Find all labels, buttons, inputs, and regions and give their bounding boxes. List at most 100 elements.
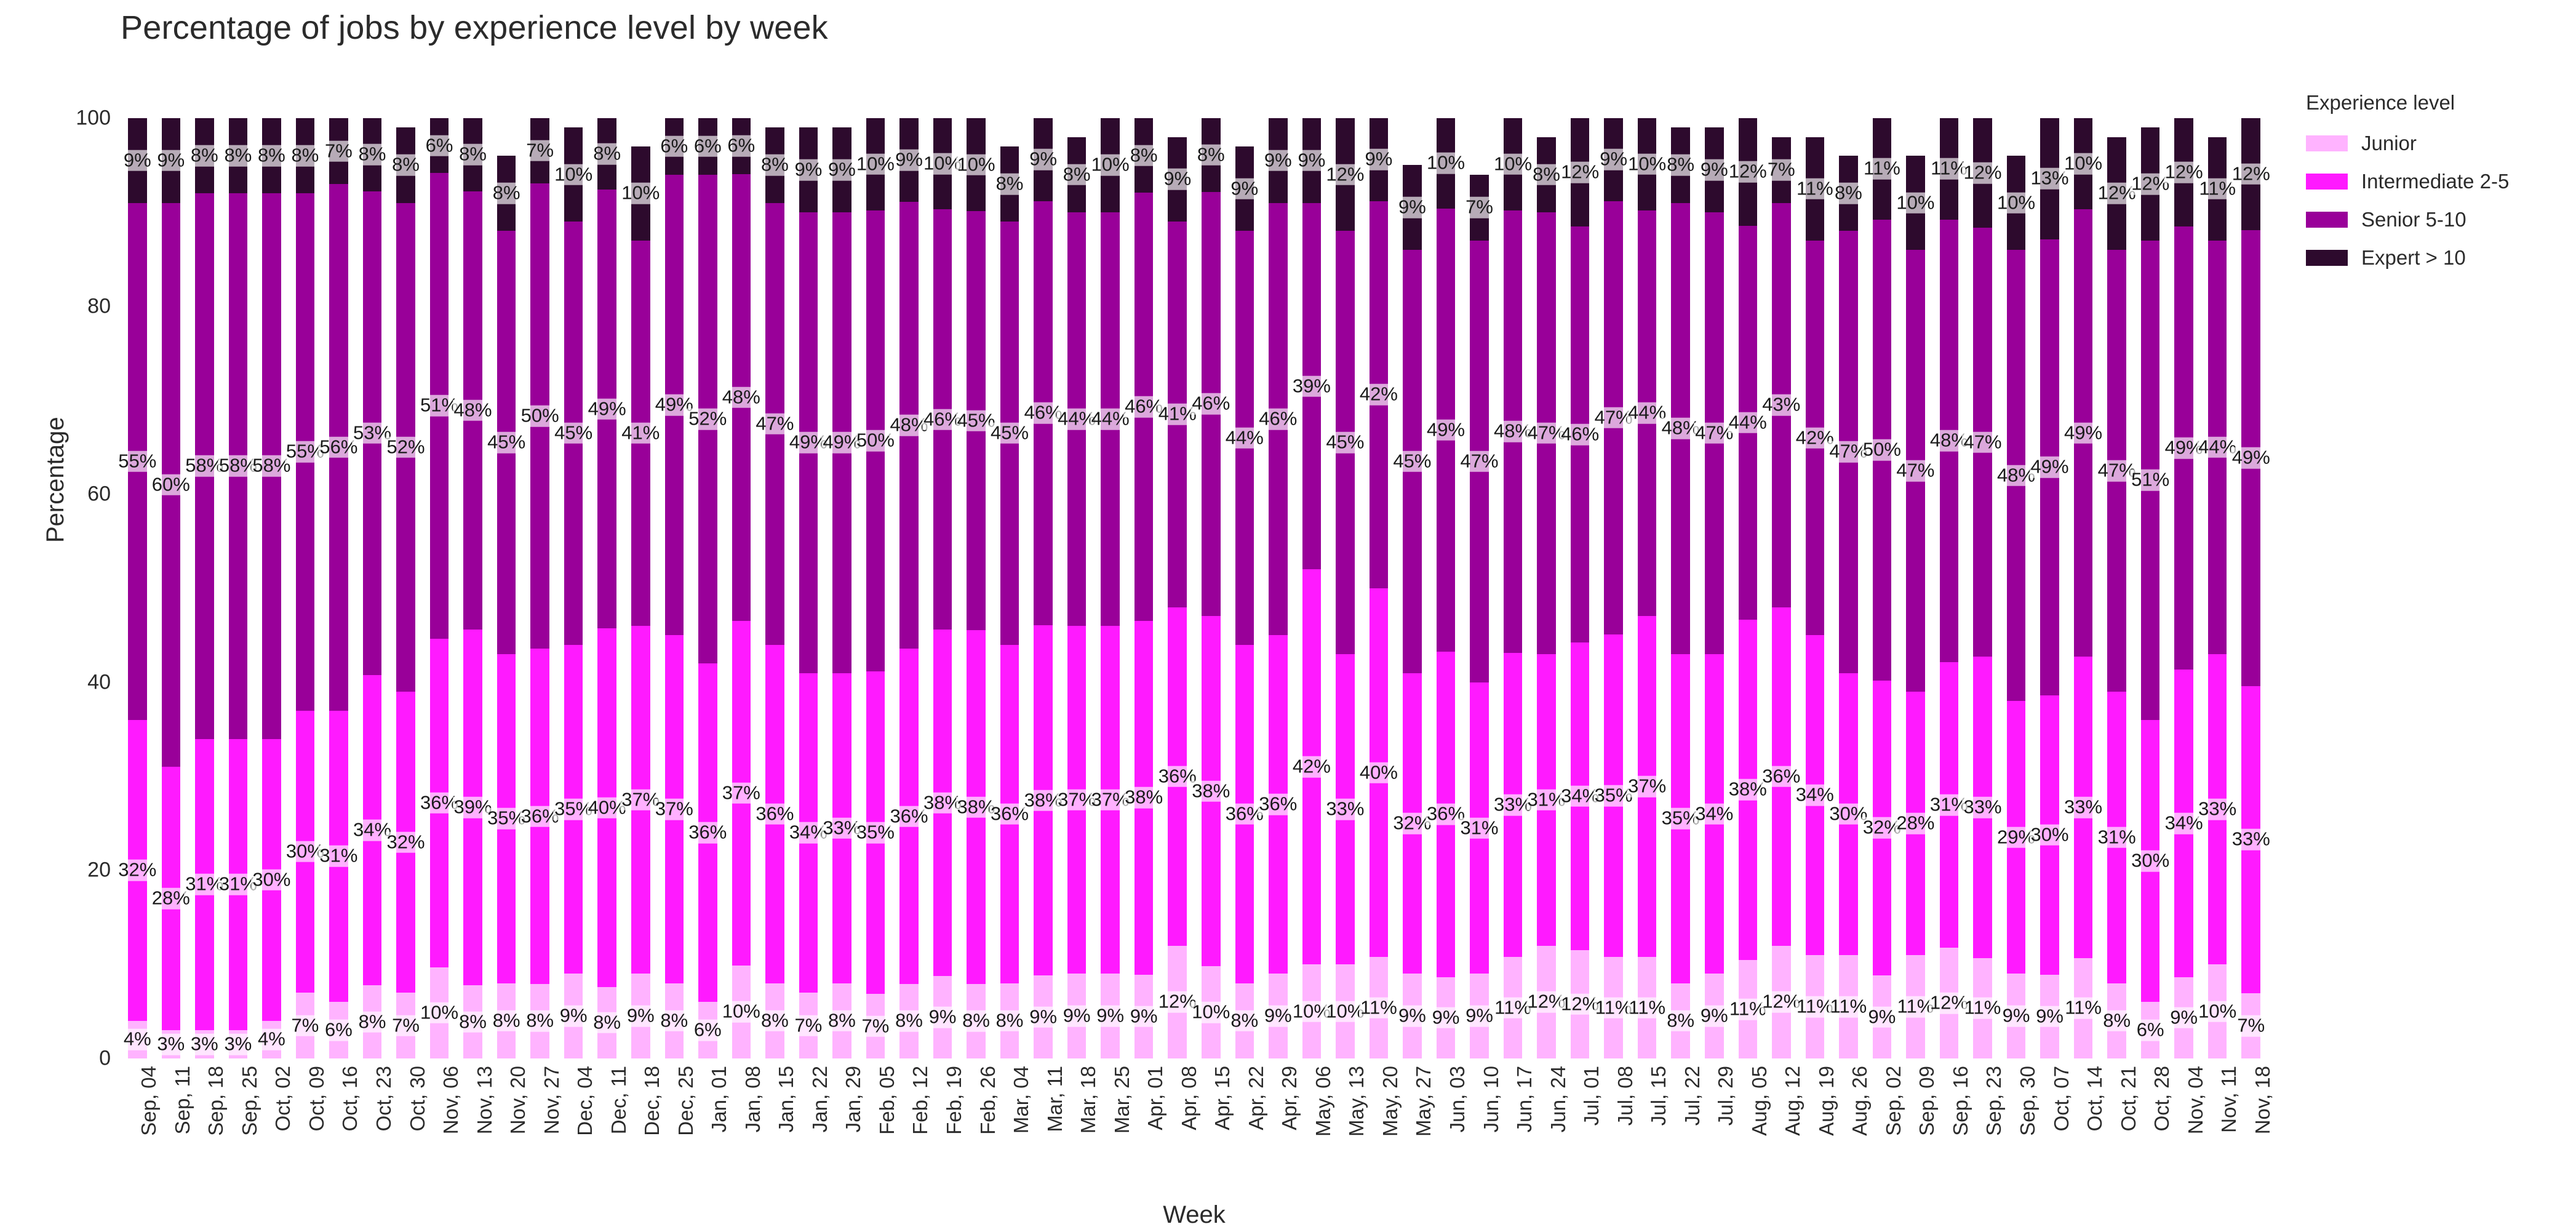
bar-column[interactable]: 8% 36% 50% 7% [519, 118, 560, 1058]
bar-segment-senior[interactable]: 46% [1123, 193, 1165, 621]
bar-segment-intermediate[interactable]: 36% [1425, 651, 1467, 977]
bar-segment-intermediate[interactable]: 30% [1828, 673, 1869, 955]
bar-segment-junior[interactable]: 12% [1526, 945, 1567, 1058]
bar-segment-intermediate[interactable]: 35% [1593, 634, 1634, 958]
bar-segment-junior[interactable]: 8% [659, 983, 690, 1058]
bar-segment-junior[interactable]: 8% [525, 983, 556, 1058]
bar-segment-intermediate[interactable]: 34% [1794, 635, 1835, 955]
bar-segment-senior[interactable]: 44% [1090, 212, 1131, 626]
bar-column[interactable]: 10% 33% 44% 11% [2197, 118, 2238, 1058]
bar-segment-senior[interactable]: 58% [217, 193, 258, 739]
bar-segment-intermediate[interactable]: 35% [553, 644, 594, 974]
legend-item-junior[interactable]: Junior [2306, 124, 2564, 162]
bar-segment-junior[interactable]: 9% [1397, 974, 1427, 1058]
bar-segment-senior[interactable]: 50% [519, 183, 560, 649]
bar-column[interactable]: 8% 33% 49% 9% [821, 118, 863, 1058]
bar-segment-expert[interactable]: 8% [391, 127, 421, 203]
bar-segment-expert[interactable]: 13% [2029, 118, 2070, 239]
bar-segment-expert[interactable]: 9% [793, 127, 824, 212]
bar-segment-expert[interactable]: 10% [855, 118, 896, 210]
bar-segment-junior[interactable]: 9% [1095, 974, 1126, 1058]
bar-column[interactable]: 8% 36% 44% 9% [1224, 118, 1265, 1058]
bar-segment-intermediate[interactable]: 35% [1660, 654, 1701, 983]
bar-column[interactable]: 8% 37% 49% 6% [653, 118, 695, 1058]
bar-segment-senior[interactable]: 52% [385, 202, 426, 692]
bar-segment-senior[interactable]: 47% [754, 202, 796, 645]
bar-column[interactable]: 8% 35% 48% 8% [1660, 118, 1701, 1058]
bar-segment-intermediate[interactable]: 33% [2063, 657, 2104, 958]
bar-segment-expert[interactable]: 8% [759, 127, 790, 203]
bar-column[interactable]: 9% 38% 46% 8% [1123, 118, 1165, 1058]
bar-segment-junior[interactable]: 11% [1593, 957, 1633, 1058]
bar-segment-expert[interactable]: 12% [1962, 118, 2003, 228]
bar-segment-expert[interactable]: 10% [1425, 118, 1467, 209]
bar-segment-junior[interactable]: 7% [290, 993, 321, 1058]
bar-segment-expert[interactable]: 10% [1995, 156, 2037, 250]
bar-segment-senior[interactable]: 55% [117, 202, 158, 720]
bar-column[interactable]: 6% 31% 56% 7% [318, 118, 359, 1058]
bar-column[interactable]: 4% 30% 58% 8% [251, 118, 292, 1058]
bar-column[interactable]: 7% 32% 52% 8% [385, 118, 426, 1058]
bar-segment-senior[interactable]: 58% [251, 193, 292, 739]
bar-segment-expert[interactable]: 6% [424, 118, 455, 174]
bar-segment-senior[interactable]: 47% [2096, 249, 2137, 692]
bar-segment-intermediate[interactable]: 37% [1056, 626, 1098, 974]
bar-column[interactable]: 7% 35% 50% 10% [855, 118, 896, 1058]
bar-segment-intermediate[interactable]: 35% [486, 654, 527, 983]
bar-segment-senior[interactable]: 47% [1962, 228, 2003, 657]
bar-column[interactable]: 7% 34% 49% 9% [788, 118, 829, 1058]
bar-segment-expert[interactable]: 8% [1195, 118, 1226, 192]
bar-segment-expert[interactable]: 11% [1929, 118, 1969, 220]
bar-segment-intermediate[interactable]: 36% [1224, 644, 1265, 983]
bar-column[interactable]: 12% 31% 47% 8% [1526, 118, 1567, 1058]
bar-column[interactable]: 11% 37% 44% 10% [1627, 118, 1668, 1058]
bar-segment-expert[interactable]: 12% [1560, 118, 1601, 227]
legend-item-expert[interactable]: Expert > 10 [2306, 239, 2564, 277]
bar-segment-senior[interactable]: 42% [1794, 240, 1835, 636]
bar-segment-senior[interactable]: 45% [553, 222, 594, 645]
bar-segment-senior[interactable]: 48% [1660, 202, 1701, 654]
bar-segment-junior[interactable]: 4% [256, 1020, 287, 1058]
bar-segment-junior[interactable]: 9% [1867, 975, 1897, 1058]
bar-segment-junior[interactable]: 9% [1262, 974, 1293, 1058]
bar-segment-intermediate[interactable]: 34% [351, 674, 393, 986]
bar-segment-expert[interactable]: 9% [1363, 118, 1394, 201]
bar-segment-junior[interactable]: 9% [927, 976, 958, 1058]
bar-segment-intermediate[interactable]: 31% [1526, 654, 1567, 946]
bar-column[interactable]: 9% 32% 50% 11% [1861, 118, 1902, 1058]
bar-segment-expert[interactable]: 8% [1128, 118, 1159, 193]
bar-segment-expert[interactable]: 10% [922, 118, 963, 210]
bar-segment-senior[interactable]: 55% [284, 193, 325, 711]
bar-column[interactable]: 8% 39% 48% 8% [452, 118, 493, 1058]
bar-segment-senior[interactable]: 46% [1190, 191, 1232, 616]
bar-segment-expert[interactable]: 12% [2130, 127, 2171, 241]
bar-segment-junior[interactable]: 10% [1325, 964, 1366, 1058]
bar-segment-intermediate[interactable]: 40% [1358, 588, 1399, 958]
bar-column[interactable]: 12% 36% 41% 9% [1157, 118, 1198, 1058]
bar-segment-expert[interactable]: 8% [1531, 137, 1561, 212]
bar-segment-intermediate[interactable]: 30% [251, 738, 292, 1021]
bar-segment-senior[interactable]: 48% [1995, 249, 2037, 702]
bar-segment-senior[interactable]: 60% [150, 202, 191, 767]
bar-segment-expert[interactable]: 8% [357, 118, 388, 191]
legend-item-intermediate[interactable]: Intermediate 2-5 [2306, 162, 2564, 201]
bar-segment-senior[interactable]: 49% [586, 190, 628, 629]
bar-segment-expert[interactable]: 8% [223, 118, 253, 194]
bar-segment-expert[interactable]: 8% [290, 118, 321, 194]
bar-segment-intermediate[interactable]: 36% [1258, 635, 1299, 974]
bar-segment-junior[interactable]: 8% [759, 983, 790, 1058]
bar-segment-senior[interactable]: 47% [1459, 240, 1500, 682]
bar-column[interactable]: 9% 34% 47% 9% [1694, 118, 1735, 1058]
bar-segment-senior[interactable]: 47% [1828, 231, 1869, 673]
bar-segment-intermediate[interactable]: 28% [150, 767, 191, 1031]
bar-column[interactable]: 10% 36% 51% 6% [419, 118, 460, 1058]
bar-column[interactable]: 11% 33% 47% 12% [1962, 118, 2003, 1058]
bar-segment-expert[interactable]: 6% [726, 118, 757, 174]
bar-segment-senior[interactable]: 44% [1727, 225, 1768, 620]
bar-column[interactable]: 9% 38% 46% 9% [1023, 118, 1064, 1058]
bar-segment-intermediate[interactable]: 38% [1727, 619, 1768, 960]
bar-column[interactable]: 8% 36% 47% 8% [754, 118, 796, 1058]
bar-column[interactable]: 11% 34% 42% 11% [1794, 118, 1835, 1058]
bar-segment-intermediate[interactable]: 40% [586, 628, 628, 987]
bar-segment-senior[interactable]: 50% [1861, 219, 1902, 681]
